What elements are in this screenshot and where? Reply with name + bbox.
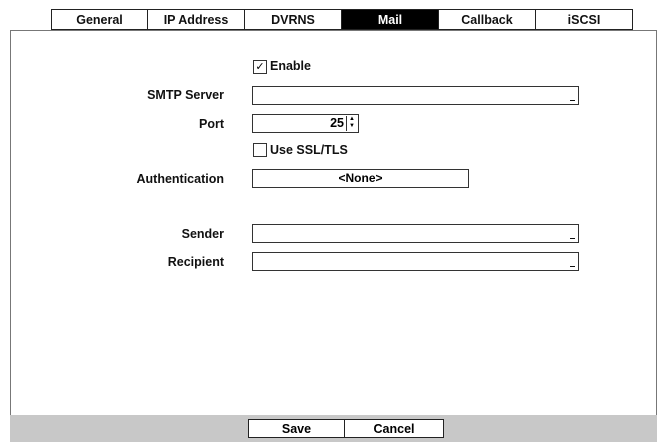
port-stepper[interactable]: 25 ▲ ▼	[252, 114, 359, 133]
authentication-value: <None>	[338, 171, 383, 185]
tab-dvrns[interactable]: DVRNS	[245, 9, 342, 30]
text-cursor-icon	[570, 100, 575, 101]
spin-arrows-icon[interactable]: ▲ ▼	[346, 116, 357, 131]
text-cursor-icon	[570, 238, 575, 239]
tab-callback[interactable]: Callback	[439, 9, 536, 30]
tab-iscsi[interactable]: iSCSI	[536, 9, 633, 30]
enable-label: Enable	[270, 59, 311, 73]
recipient-input[interactable]	[252, 252, 579, 271]
tab-ip-address[interactable]: IP Address	[148, 9, 245, 30]
authentication-label: Authentication	[136, 172, 225, 186]
smtp-server-label: SMTP Server	[147, 88, 224, 102]
save-button[interactable]: Save	[248, 419, 345, 438]
check-mark-icon: ✓	[255, 61, 265, 73]
port-value: 25	[330, 116, 344, 130]
enable-checkbox[interactable]: ✓	[253, 60, 267, 74]
text-cursor-icon	[570, 266, 575, 267]
tab-mail[interactable]: Mail	[342, 9, 439, 30]
ssl-checkbox[interactable]	[253, 143, 267, 157]
sender-label: Sender	[181, 227, 224, 241]
ssl-label: Use SSL/TLS	[270, 143, 348, 157]
port-label: Port	[199, 117, 224, 131]
cancel-button[interactable]: Cancel	[345, 419, 444, 438]
spin-up-icon[interactable]: ▲	[347, 116, 357, 123]
authentication-select[interactable]: <None>	[252, 169, 469, 188]
smtp-server-input[interactable]	[252, 86, 579, 105]
tab-general[interactable]: General	[51, 9, 148, 30]
sender-input[interactable]	[252, 224, 579, 243]
tab-bar: General IP Address DVRNS Mail Callback i…	[51, 9, 633, 32]
recipient-label: Recipient	[167, 255, 224, 269]
spin-down-icon[interactable]: ▼	[347, 123, 357, 130]
